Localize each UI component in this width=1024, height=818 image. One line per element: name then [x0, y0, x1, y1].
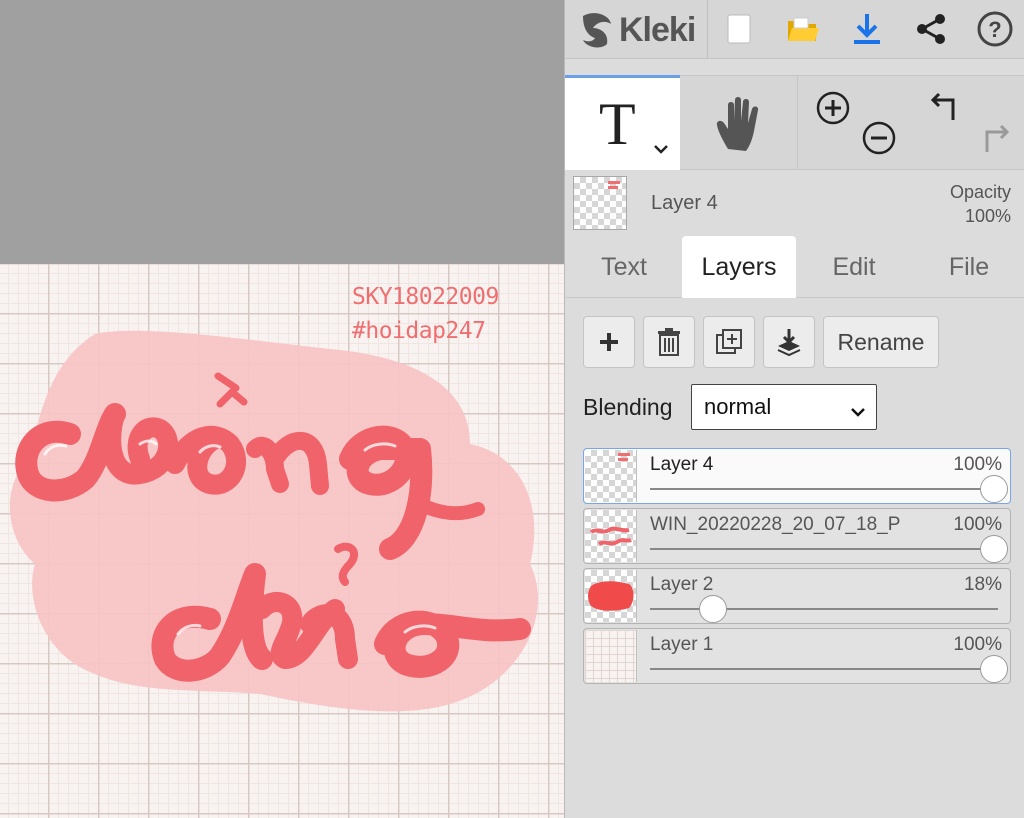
layer-opacity-handle[interactable]: [699, 595, 727, 623]
layer-opacity-slider[interactable]: [650, 668, 998, 670]
layer-thumbnail: [585, 510, 637, 562]
merge-down-icon: [777, 329, 801, 357]
layer-thumbnail: [585, 630, 637, 682]
share-button[interactable]: [903, 0, 959, 58]
undo-icon[interactable]: [929, 88, 965, 124]
layer-thumbnail: [585, 570, 637, 622]
layer-opacity-handle[interactable]: [980, 655, 1008, 683]
layer-opacity-slider[interactable]: [650, 488, 998, 490]
tab-edit[interactable]: Edit: [797, 236, 911, 298]
zoom-out-icon[interactable]: [861, 120, 897, 156]
current-layer-name: Layer 4: [651, 192, 718, 214]
layer-row[interactable]: Layer 4 100%: [583, 448, 1011, 504]
watermark-line-2: #hoidap247: [352, 318, 486, 344]
drawing-canvas[interactable]: SKY18022009 #hoidap247: [0, 264, 564, 818]
current-layer-info: Layer 4 Opacity 100%: [565, 170, 1024, 236]
canvas-area[interactable]: SKY18022009 #hoidap247: [0, 0, 564, 818]
blending-value: normal: [704, 394, 772, 419]
tab-layers[interactable]: Layers: [682, 236, 796, 298]
layer-row[interactable]: Layer 1 100%: [583, 628, 1011, 684]
layer-thumbnail: [585, 450, 637, 502]
watermark-line-1: SKY18022009: [352, 284, 499, 310]
blending-select[interactable]: normal: [691, 384, 877, 430]
share-icon: [917, 14, 945, 44]
layer-opacity: 18%: [963, 574, 1002, 595]
opacity-label: Opacity: [949, 182, 1011, 202]
svg-text:?: ?: [988, 17, 1001, 42]
open-file-button[interactable]: [775, 0, 831, 58]
layer-name: WIN_20220228_20_07_18_P: [650, 514, 901, 535]
layer-opacity-slider[interactable]: [650, 548, 998, 550]
plus-icon: [600, 333, 618, 351]
tool-row: T: [565, 75, 1024, 170]
hand-tool-button[interactable]: [685, 86, 795, 161]
tab-text[interactable]: Text: [567, 236, 681, 298]
duplicate-icon: [716, 329, 742, 354]
lettering-artwork: [9, 330, 539, 712]
layer-opacity-handle[interactable]: [980, 535, 1008, 563]
merge-down-button[interactable]: [763, 316, 815, 368]
blending-label: Blending: [583, 394, 673, 420]
layer-opacity: 100%: [953, 454, 1002, 475]
layer-row[interactable]: WIN_20220228_20_07_18_P 100%: [583, 508, 1011, 564]
layer-opacity: 100%: [953, 514, 1002, 535]
panel-tabs: Text Layers Edit File: [565, 236, 1024, 298]
new-image-icon: [727, 14, 751, 44]
zoom-in-icon[interactable]: [815, 90, 851, 126]
toolbar-separator: [707, 0, 708, 58]
duplicate-layer-button[interactable]: [703, 316, 755, 368]
opacity-value: 100%: [964, 206, 1011, 226]
download-icon: [854, 14, 880, 44]
current-layer-opacity: Opacity 100%: [950, 180, 1011, 228]
tool-separator: [797, 76, 798, 169]
layer-opacity-handle[interactable]: [980, 475, 1008, 503]
text-tool-icon: T: [599, 91, 636, 157]
kleki-logo-icon: [583, 13, 611, 48]
download-button[interactable]: [839, 0, 895, 58]
layer-name: Layer 4: [650, 454, 714, 475]
text-tool-button[interactable]: T: [565, 75, 680, 170]
sidebar: Kleki ? T Layer 4 Opacity 100% Text Laye…: [564, 0, 1024, 818]
add-layer-button[interactable]: [583, 316, 635, 368]
layer-row[interactable]: Layer 2 18%: [583, 568, 1011, 624]
tab-file[interactable]: File: [912, 236, 1024, 298]
new-image-button[interactable]: [711, 0, 767, 58]
chevron-down-icon: [850, 399, 866, 425]
layers-panel: Rename Blending normal Layer 4 100% WIN_…: [565, 298, 1024, 818]
help-button[interactable]: ?: [967, 0, 1023, 58]
app-name: Kleki: [619, 10, 696, 49]
current-layer-thumbnail: [573, 176, 627, 230]
redo-icon[interactable]: [975, 120, 1011, 156]
trash-icon: [658, 328, 680, 356]
chevron-down-icon[interactable]: [653, 142, 669, 160]
hand-tool-icon: [716, 96, 759, 151]
kleki-logo[interactable]: Kleki: [579, 8, 696, 52]
layer-name: Layer 1: [650, 634, 714, 655]
rename-layer-button[interactable]: Rename: [823, 316, 939, 368]
open-folder-icon: [788, 17, 819, 41]
delete-layer-button[interactable]: [643, 316, 695, 368]
layer-opacity: 100%: [953, 634, 1002, 655]
help-icon: ?: [977, 11, 1013, 47]
layer-name: Layer 2: [650, 574, 714, 595]
top-toolbar: Kleki ?: [565, 0, 1024, 59]
